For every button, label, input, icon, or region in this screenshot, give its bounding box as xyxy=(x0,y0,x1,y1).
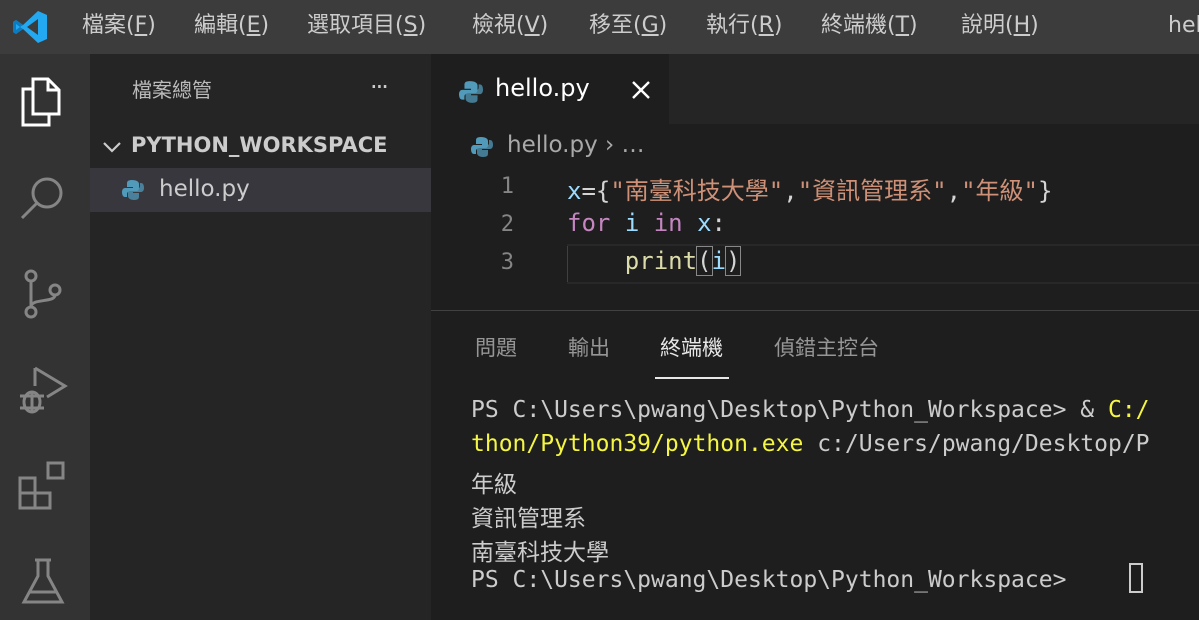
menu-help-close: ) xyxy=(1030,13,1039,38)
python-file-icon xyxy=(122,180,144,200)
menu-edit-mnemonic: E xyxy=(246,13,261,38)
menu-help[interactable]: 說明(H) xyxy=(961,10,1039,42)
source-control-icon[interactable] xyxy=(17,268,69,320)
menu-terminal-label: 終端機( xyxy=(821,13,896,38)
menu-view-close: ) xyxy=(539,13,549,38)
menu-selection-mnemonic: S xyxy=(403,13,418,38)
code-token: : xyxy=(711,209,726,237)
code-keyword: for xyxy=(567,209,611,237)
more-actions-button[interactable]: ··· xyxy=(368,72,402,106)
window-title: hel xyxy=(1168,13,1199,38)
menu-file[interactable]: 檔案(F) xyxy=(82,10,156,42)
menu-help-mnemonic: H xyxy=(1013,13,1031,38)
menu-run-close: ) xyxy=(773,13,783,38)
menu-terminal[interactable]: 終端機(T) xyxy=(821,10,918,42)
activity-bar xyxy=(0,54,90,620)
testing-icon[interactable] xyxy=(17,556,69,608)
terminal-output: 資訊管理系 xyxy=(471,506,586,532)
menu-edit-close: ) xyxy=(260,13,270,38)
code-string: "資訊管理系" xyxy=(797,177,947,205)
breadcrumb[interactable]: hello.py › … xyxy=(507,132,645,158)
code-token: i xyxy=(624,209,640,237)
panel-tab-debug-console[interactable]: 偵錯主控台 xyxy=(774,332,879,362)
panel-border xyxy=(431,310,1199,311)
panel-tab-terminal[interactable]: 終端機 xyxy=(660,332,723,362)
terminal-cursor xyxy=(1129,563,1143,593)
terminal-command: thon/Python39/python.exe xyxy=(471,431,804,457)
code-line-3[interactable]: print(i) xyxy=(567,246,742,276)
code-string: "年級" xyxy=(961,177,1038,205)
panel-tab-problems[interactable]: 問題 xyxy=(475,332,517,362)
menu-file-close: ) xyxy=(147,13,156,38)
menu-help-label: 說明( xyxy=(961,13,1014,38)
code-token: i xyxy=(711,247,726,275)
menu-terminal-close: ) xyxy=(909,13,918,38)
menu-view-label: 檢視( xyxy=(472,13,525,38)
python-file-icon xyxy=(471,137,493,157)
code-bracket: ) xyxy=(724,246,742,276)
terminal-command: C:/ xyxy=(1107,397,1150,423)
code-keyword: in xyxy=(653,209,683,237)
folder-label: PYTHON_WORKSPACE xyxy=(131,133,388,157)
run-debug-icon[interactable] xyxy=(17,364,69,416)
menu-edit[interactable]: 編輯(E) xyxy=(194,10,269,42)
active-tab-indicator xyxy=(655,377,729,379)
terminal-line: thon/Python39/python.exe c:/Users/pwang/… xyxy=(471,431,1150,457)
menu-go-label: 移至( xyxy=(589,13,642,38)
menu-go-mnemonic: G xyxy=(641,13,659,38)
menu-run[interactable]: 執行(R) xyxy=(706,10,782,42)
terminal-output: 年級 xyxy=(471,472,517,498)
code-token: } xyxy=(1037,177,1053,205)
menu-selection[interactable]: 選取項目(S) xyxy=(307,10,426,42)
code-line-1[interactable]: x={"南臺科技大學","資訊管理系","年級"} xyxy=(567,171,1052,206)
menu-terminal-mnemonic: T xyxy=(895,13,910,38)
explorer-icon[interactable] xyxy=(17,76,69,128)
menu-selection-label: 選取項目( xyxy=(307,13,404,38)
menu-go-close: ) xyxy=(658,13,668,38)
file-label: hello.py xyxy=(159,176,250,202)
terminal-prompt: PS C:\Users\pwang\Desktop\Python_Workspa… xyxy=(471,397,1108,423)
menu-run-mnemonic: R xyxy=(758,13,774,38)
line-number: 2 xyxy=(500,212,514,237)
code-token: , xyxy=(783,177,798,205)
menu-view[interactable]: 檢視(V) xyxy=(472,10,548,42)
code-bracket: ( xyxy=(696,246,713,276)
menu-run-label: 執行( xyxy=(706,13,759,38)
tab-label: hello.py xyxy=(495,74,590,102)
code-line-2[interactable]: for i in x: xyxy=(567,209,726,237)
terminal-output: 南臺科技大學 xyxy=(471,540,609,566)
menu-view-mnemonic: V xyxy=(524,13,540,38)
line-number: 3 xyxy=(500,250,514,275)
panel-tab-output[interactable]: 輸出 xyxy=(568,332,610,362)
code-token: x xyxy=(567,177,582,205)
menu-edit-label: 編輯( xyxy=(194,13,247,38)
chevron-down-icon xyxy=(103,142,121,153)
menu-selection-close: ) xyxy=(417,13,427,38)
menu-go[interactable]: 移至(G) xyxy=(589,10,667,42)
code-function: print xyxy=(624,247,698,275)
menu-file-label: 檔案( xyxy=(82,13,135,38)
python-file-icon xyxy=(459,81,483,103)
close-icon[interactable] xyxy=(629,78,653,102)
terminal-argument: c:/Users/pwang/Desktop/P xyxy=(803,431,1150,457)
vscode-logo-icon xyxy=(13,11,47,43)
line-number: 1 xyxy=(500,174,514,199)
menu-file-mnemonic: F xyxy=(134,13,148,38)
code-token: x xyxy=(697,209,712,237)
search-icon[interactable] xyxy=(17,172,69,224)
code-token: , xyxy=(946,177,962,205)
code-string: "南臺科技大學" xyxy=(610,177,784,205)
explorer-title: 檔案總管 xyxy=(132,78,212,102)
code-token: ={ xyxy=(581,177,611,205)
extensions-icon[interactable] xyxy=(17,460,69,512)
terminal-prompt[interactable]: PS C:\Users\pwang\Desktop\Python_Workspa… xyxy=(471,567,1080,593)
more-icon: ··· xyxy=(370,73,389,101)
terminal-line: PS C:\Users\pwang\Desktop\Python_Workspa… xyxy=(471,397,1150,423)
